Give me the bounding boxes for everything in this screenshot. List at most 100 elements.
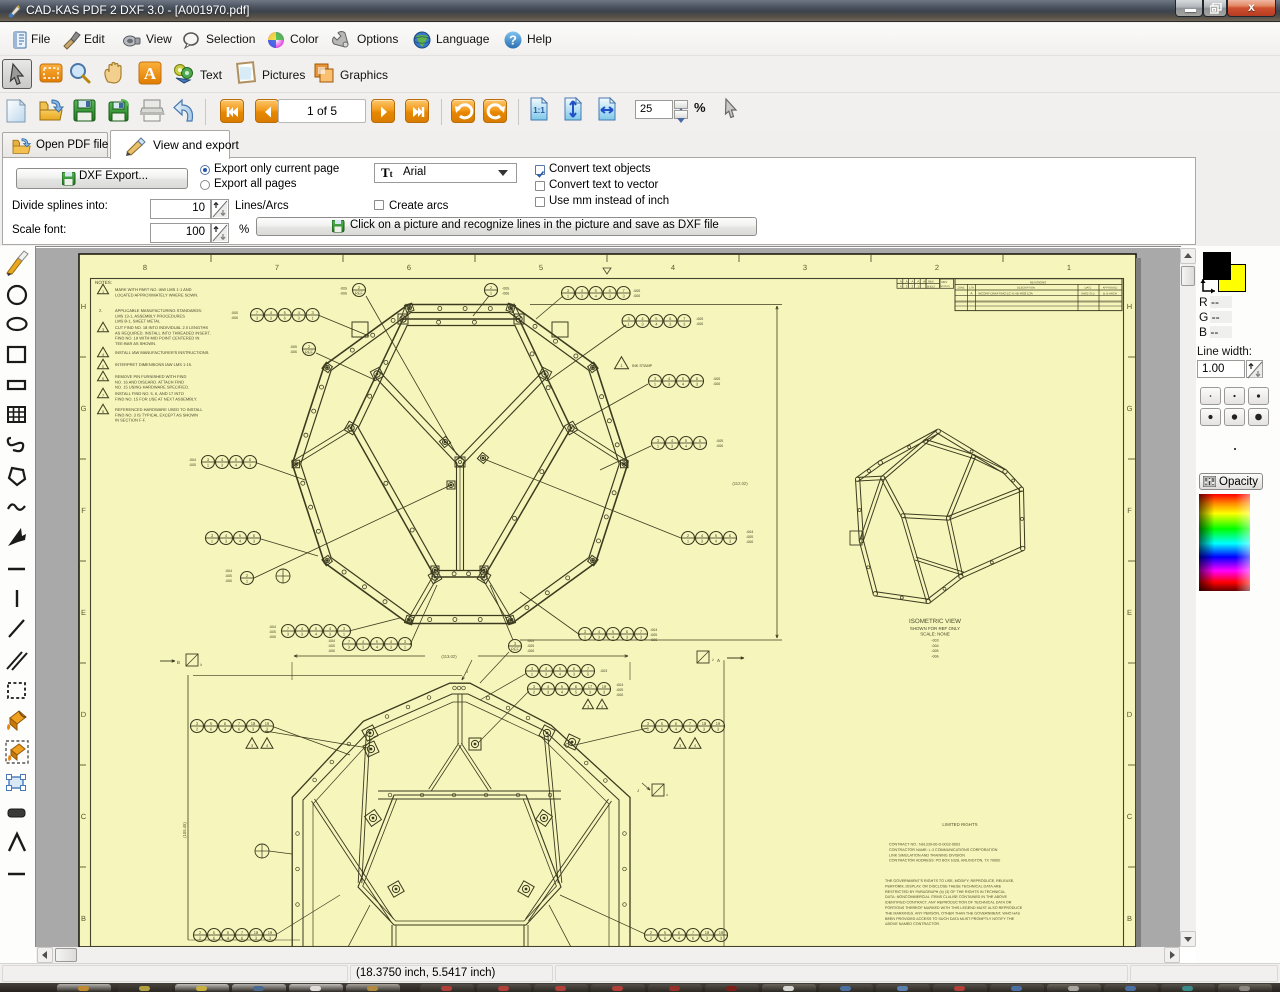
svg-text:DESCRIPTION: DESCRIPTION [1017,286,1035,289]
svg-text:19: 19 [719,930,724,935]
svg-text:-004: -004 [527,639,534,643]
svg-text:-006: -006 [527,649,534,653]
svg-text:3: 3 [102,328,104,332]
svg-text:TEE-BAR AS SHOWN.: TEE-BAR AS SHOWN. [115,341,156,346]
svg-text:SHOWN FOR REF ONLY: SHOWN FOR REF ONLY [910,626,960,631]
svg-text:7: 7 [275,263,279,272]
svg-text:LOCATED APPROXIMATELY WHERE SO: LOCATED APPROXIMATELY WHERE SOWN. [115,292,198,297]
svg-text:-005: -005 [650,633,657,637]
svg-text:-006: -006 [231,316,238,320]
svg-text:A: A [912,280,914,284]
svg-text:-004: -004 [328,639,335,643]
svg-text:A: A [923,280,925,284]
svg-text:A: A [917,280,919,284]
svg-text:BEEN PROVIDED ACCESS TO SUCH D: BEEN PROVIDED ACCESS TO SUCH DATA MUST P… [885,917,1015,921]
svg-text:APPROVED: APPROVED [1103,286,1118,289]
svg-text:-003: -003 [600,669,607,673]
svg-text:D: D [1127,710,1133,719]
svg-text:-005: -005 [633,289,640,293]
svg-text:B: B [81,914,86,923]
svg-text:REV: REV [928,280,934,284]
svg-text:AS REQUIRED. INSTALL INTO THRE: AS REQUIRED. INSTALL INTO THREADED INSER… [115,330,211,335]
svg-text:4: 4 [102,353,104,357]
svg-text:-003: -003 [931,639,938,643]
svg-text:PORTIONS THEREOF MARKED WITH T: PORTIONS THEREOF MARKED WITH THIS LEGEND… [885,906,1023,910]
svg-text:MARK WITH PART NO. IAW LMS 1-1: MARK WITH PART NO. IAW LMS 1-1 AND [115,287,192,292]
svg-text:B. B ARCH: B. B ARCH [1103,291,1117,295]
svg-text:REMOVE PIN FURNISHED WITH FIND: REMOVE PIN FURNISHED WITH FIND [115,374,186,379]
svg-text:4: 4 [671,263,675,272]
svg-text:6: 6 [407,263,411,272]
svg-text:-005: -005 [527,644,534,648]
svg-text:-005: -005 [931,649,938,653]
svg-text:NO. 16 AND DISCARD. ATTACH FIN: NO. 16 AND DISCARD. ATTACH FIND [115,379,184,384]
svg-text:REF: REF [305,350,314,355]
svg-text:LINK SIMULATION AND TRAINING D: LINK SIMULATION AND TRAINING DIVISION [889,853,965,857]
svg-text:DATA--NONCOMMERCIAL ITEMS CLAU: DATA--NONCOMMERCIAL ITEMS CLAUSE CONTAIN… [885,895,1007,899]
svg-text:SCALE: NONE: SCALE: NONE [920,632,950,637]
svg-text:(112.02): (112.02) [732,481,748,486]
svg-text:-005: -005 [231,311,238,315]
svg-text:-006: -006 [746,540,753,544]
svg-text:-006: -006 [931,654,938,658]
svg-text:3: 3 [251,744,253,748]
svg-text:5: 5 [539,263,543,272]
svg-text:-005: -005 [696,317,703,321]
svg-text:(105.45): (105.45) [182,822,187,838]
svg-text:-005: -005 [616,688,623,692]
svg-text:-004: -004 [616,683,623,687]
svg-text:FIND NO. 3 IS TYPICAL EXCEPT A: FIND NO. 3 IS TYPICAL EXCEPT AS SHOWN [115,412,198,417]
svg-text:THE GOVERNMENT'S RIGHTS TO USE: THE GOVERNMENT'S RIGHTS TO USE, MODIFY, … [885,879,1014,883]
svg-text:SHEET: SHEET [927,286,936,289]
svg-text:1: 1 [102,290,104,294]
svg-text:2: 2 [935,263,939,272]
svg-text:G: G [81,404,87,413]
svg-text:-006: -006 [696,322,703,326]
svg-text:REV: REV [942,280,948,284]
svg-text:-004: -004 [746,530,753,534]
svg-text:FIND NO. 19 WITH MID POINT CEN: FIND NO. 19 WITH MID POINT CENTERED IN [115,336,199,341]
svg-text:-005: -005 [713,377,720,381]
svg-text:C: C [81,812,87,821]
svg-text:A: A [906,280,908,284]
svg-text:4: 4 [666,793,668,797]
svg-text:-004: -004 [189,458,196,462]
svg-text:-004: -004 [269,625,276,629]
svg-text:-005: -005 [225,574,232,578]
svg-text:REF: REF [355,291,364,296]
svg-text:2.: 2. [99,308,103,313]
svg-text:-005: -005 [340,287,347,291]
svg-text:A: A [144,64,157,83]
svg-text:A: A [717,658,720,663]
svg-text:CONTRACTOR NAME: L-3 COMMUNICA: CONTRACTOR NAME: L-3 COMMUNICATIONS CORP… [889,848,998,852]
svg-text:-006: -006 [225,579,232,583]
svg-text:-004: -004 [931,644,938,648]
svg-text:-005: -005 [746,535,753,539]
svg-text:4: 4 [266,744,268,748]
svg-text:H: H [1127,302,1132,311]
svg-text:-006: -006 [633,294,640,298]
svg-text:-004: -004 [650,628,657,632]
svg-text:REF: REF [511,647,520,652]
svg-text:1: 1 [1067,263,1071,272]
svg-text:4: 4 [694,744,696,748]
svg-text:CUT FIND NO. 18 INTO INDIVIDUA: CUT FIND NO. 18 INTO INDIVIDUAL 2.0 LENG… [115,325,208,330]
svg-text:-006: -006 [269,635,276,639]
svg-text:-006: -006 [716,444,723,448]
svg-text:2: 2 [712,658,714,662]
svg-text:19: 19 [268,930,273,935]
svg-text:LMS B-1, SHEET METAL: LMS B-1, SHEET METAL [115,319,161,324]
svg-text:INK STAMP: INK STAMP [632,364,653,368]
svg-text:C: C [1127,812,1133,821]
svg-text:-006: -006 [502,292,509,296]
svg-text:18: 18 [702,721,707,726]
svg-text:PERFORM, DISPLAY, OR DISCLOSE: PERFORM, DISPLAY, OR DISCLOSE THESE TECH… [885,884,1002,888]
svg-text:-005: -005 [269,630,276,634]
svg-text:04/02 /S.D: 04/02 /S.D [1081,291,1094,295]
svg-text:E: E [81,608,86,617]
svg-text:DATE: DATE [1085,286,1092,289]
svg-text:1:1: 1:1 [533,106,545,115]
svg-text:IN SECTION F-F.: IN SECTION F-F. [115,418,146,423]
svg-text:APPLICABLE MANUFACTURING STAND: APPLICABLE MANUFACTURING STANDARDS: [115,308,202,313]
svg-text:LIMITED RIGHTS: LIMITED RIGHTS [942,822,977,827]
